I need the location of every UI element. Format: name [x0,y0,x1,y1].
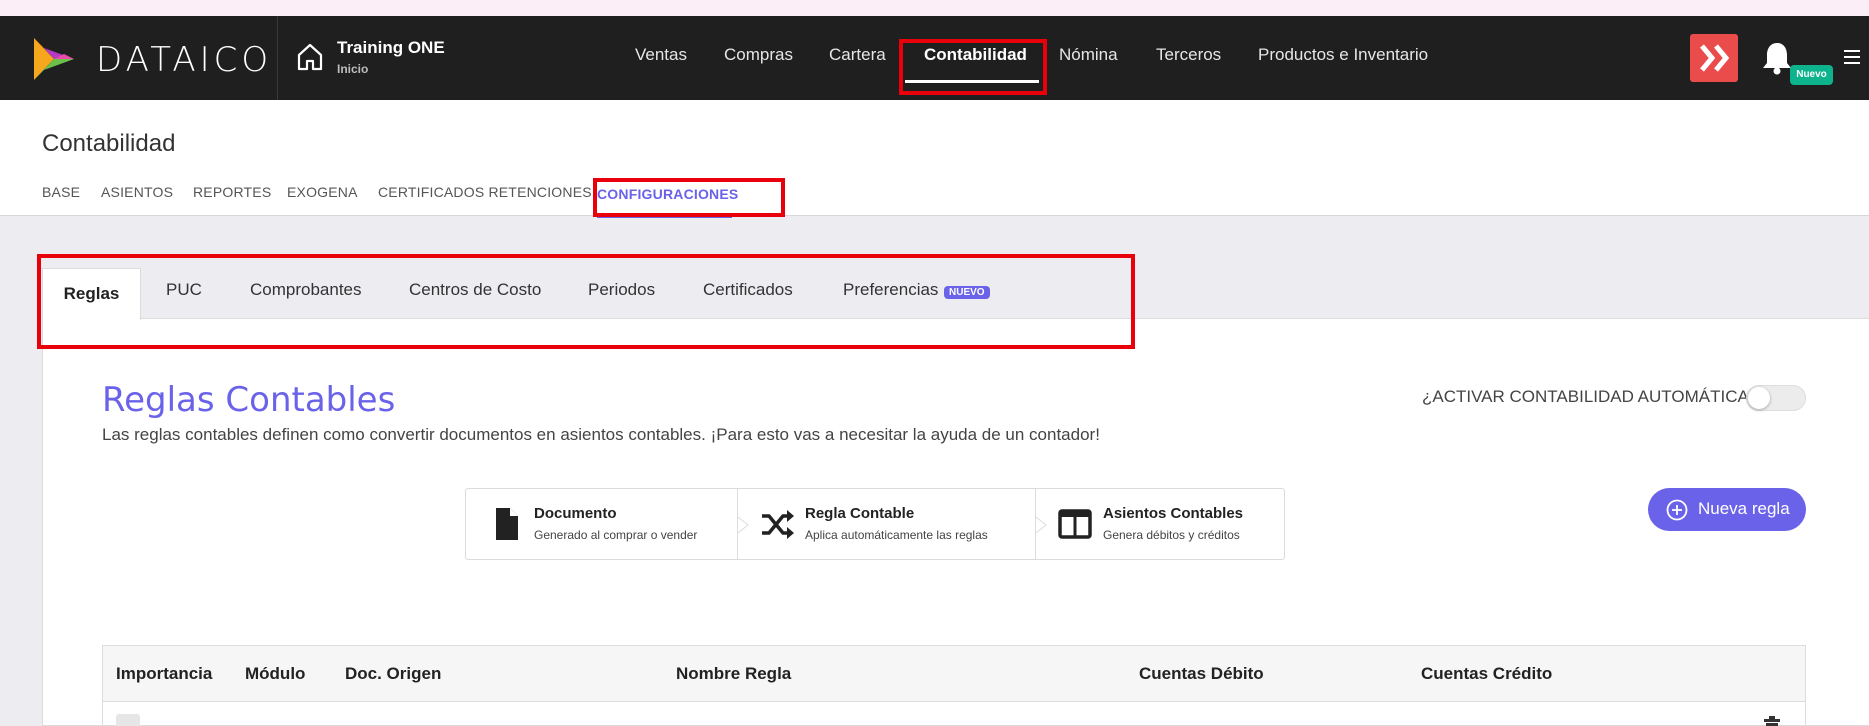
company-switcher[interactable]: Training ONE Inicio [337,38,445,76]
flow-step-subtitle: Generado al comprar o vender [534,528,698,542]
company-subtitle: Inicio [337,62,369,76]
brand-name: DATAICO [96,40,273,80]
subnav-reportes[interactable]: REPORTES [193,184,271,200]
trash-icon[interactable] [1761,716,1783,726]
page-header: Contabilidad BASE ASIENTOS REPORTES EXOG… [0,100,1869,216]
home-icon[interactable] [296,42,324,72]
navbar-divider [277,16,278,100]
nav-cartera[interactable]: Cartera [829,45,886,65]
flow-step-title: Regla Contable [805,505,915,522]
shuffle-icon [762,510,794,539]
document-icon [496,508,518,540]
table-header: Importancia Módulo Doc. Origen Nombre Re… [103,646,1805,702]
highlight-box-nav [899,39,1047,95]
rules-description: Las reglas contables definen como conver… [102,425,1100,444]
double-chevron-icon [1700,44,1730,72]
auto-accounting-toggle[interactable] [1746,385,1806,411]
flow-step-title: Documento [534,505,617,522]
flow-step-subtitle: Genera débitos y créditos [1103,528,1240,542]
nav-nomina[interactable]: Nómina [1059,45,1118,65]
toggle-knob [1748,387,1770,409]
column-header-cuentas-debito[interactable]: Cuentas Débito [1139,664,1264,684]
column-header-cuentas-credito[interactable]: Cuentas Crédito [1421,664,1552,684]
flow-step-regla: Regla Contable Aplica automáticamente la… [737,489,1035,559]
flow-step-documento: Documento Generado al comprar o vender [466,489,737,559]
auto-accounting-label: ¿ACTIVAR CONTABILIDAD AUTOMÁTICA? [1422,387,1759,406]
top-strip [0,0,1869,16]
rules-table: Importancia Módulo Doc. Origen Nombre Re… [102,645,1806,726]
new-rule-label: Nueva regla [1698,499,1790,518]
rules-flow-diagram: Documento Generado al comprar o vender R… [465,488,1285,560]
column-header-importancia[interactable]: Importancia [116,664,212,684]
subnav-certificados-retenciones[interactable]: CERTIFICADOS RETENCIONES [378,184,592,200]
dataico-logo[interactable]: DATAICO [30,34,280,84]
apps-button[interactable] [1690,34,1738,82]
nav-compras[interactable]: Compras [724,45,793,65]
nav-ventas[interactable]: Ventas [635,45,687,65]
column-header-nombre-regla[interactable]: Nombre Regla [676,664,791,684]
subnav-base[interactable]: BASE [42,184,80,200]
column-header-doc-origen[interactable]: Doc. Origen [345,664,441,684]
new-rule-button[interactable]: Nueva regla [1648,488,1806,531]
subnav-exogena[interactable]: EXOGENA [287,184,358,200]
columns-icon [1058,509,1092,539]
highlight-box-subnav [593,178,785,217]
bell-icon[interactable] [1760,40,1794,76]
plus-circle-icon [1666,499,1688,521]
flow-step-asientos: Asientos Contables Genera débitos y créd… [1035,489,1285,559]
notification-new-badge: Nuevo [1790,65,1833,85]
subnav-asientos[interactable]: ASIENTOS [101,184,173,200]
flow-step-subtitle: Aplica automáticamente las reglas [805,528,988,542]
page-title: Contabilidad [42,130,176,157]
highlight-box-tabs [37,254,1135,349]
company-name: Training ONE [337,38,445,57]
rules-title: Reglas Contables [102,380,396,420]
menu-icon[interactable] [1844,50,1860,64]
dataico-logo-icon [34,38,74,80]
importance-handle[interactable] [116,714,140,726]
column-header-modulo[interactable]: Módulo [245,664,305,684]
nav-terceros[interactable]: Terceros [1156,45,1221,65]
flow-step-title: Asientos Contables [1103,505,1244,522]
nav-productos-inventario[interactable]: Productos e Inventario [1258,45,1428,65]
